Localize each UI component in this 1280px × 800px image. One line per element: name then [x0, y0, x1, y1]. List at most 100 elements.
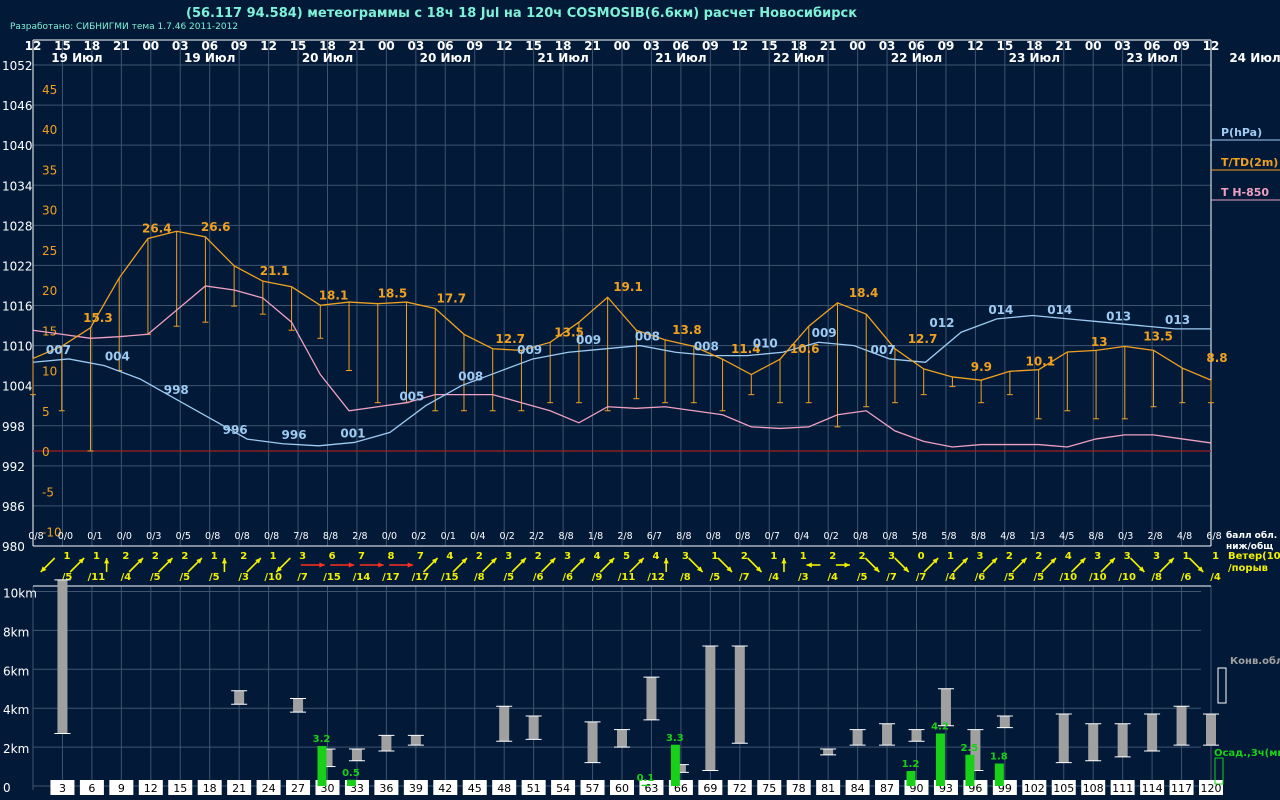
wind-speed-label: 1 [270, 551, 277, 562]
precip-bar [346, 779, 356, 786]
cumulus-cloud-bar [823, 749, 834, 755]
wind-gust-label: /6 [533, 572, 544, 583]
wind-gust-label: /5 [150, 572, 161, 583]
forecast-hour-label: 87 [880, 782, 894, 795]
cloud-height-axis-label: 8km [3, 625, 29, 639]
cloud-height-axis-label: 6km [3, 664, 29, 678]
temp-axis-label: 35 [42, 163, 57, 177]
cumulus-cloud-bar [234, 690, 245, 705]
wind-gust-label: /3 [798, 572, 809, 583]
cumulus-cloud-bar [381, 735, 392, 751]
precip-value-label: 0.5 [342, 768, 360, 779]
wind-speed-label: 3 [564, 551, 571, 562]
wind-speed-label: 1 [800, 551, 807, 562]
wind-gust-label: /3 [238, 572, 249, 583]
wind-gust-label: /6 [975, 572, 986, 583]
cloud-cover-label: 0/8 [235, 531, 250, 542]
date-label: 21 Июл [537, 51, 588, 65]
cloud-cover-label: 0/1 [441, 531, 456, 542]
pressure-data-label: 013 [1106, 310, 1131, 324]
cloud-cover-label: 0/4 [470, 531, 485, 542]
wind-speed-label: 2 [181, 551, 188, 562]
precip-value-label: 3.2 [313, 734, 331, 745]
cloud-cover-label: 0/7 [765, 531, 780, 542]
wind-gust-label: /5 [209, 572, 220, 583]
cloud-cover-label: 0/3 [146, 531, 161, 542]
temperature-data-label: 13 [1091, 335, 1108, 349]
wind-speed-label: 8 [387, 551, 394, 562]
forecast-hour-label: 48 [497, 782, 511, 795]
cloud-cover-label: 8/8 [971, 531, 986, 542]
cloud-cover-label: 0/8 [205, 531, 220, 542]
date-label: 19 Июл [51, 51, 102, 65]
temp-axis-label: 30 [42, 204, 57, 218]
precip-bar [317, 746, 327, 786]
cumulus-cloud-bar [1206, 714, 1216, 746]
hour-tick-label: 00 [142, 39, 159, 53]
pressure-data-label: 007 [871, 343, 896, 357]
pressure-data-label: 008 [694, 340, 719, 354]
wind-gust-label: /8 [680, 572, 691, 583]
cloud-cover-label: 1/8 [588, 531, 603, 542]
precip-legend-label: Осад.,3ч(мм) [1214, 748, 1280, 759]
pressure-data-label: 005 [399, 390, 424, 404]
date-label: 22 Июл [891, 51, 942, 65]
forecast-hour-label: 3 [59, 782, 66, 795]
wind-gust-label: /8 [1151, 572, 1162, 583]
forecast-hour-label: 54 [556, 782, 570, 795]
pressure-data-label: 014 [988, 303, 1013, 317]
wind-gust-label: /5 [1004, 572, 1015, 583]
cumulus-cloud-bar [617, 729, 627, 748]
cloud-cover-label: 0/5 [176, 531, 191, 542]
hour-tick-label: 12 [496, 39, 513, 53]
wind-speed-label: 1 [770, 551, 777, 562]
pressure-axis-label: 1010 [2, 340, 33, 354]
cloud-cover-caption: балл обл. [1226, 530, 1277, 541]
forecast-hour-label: 114 [1142, 782, 1163, 795]
pressure-data-label: 996 [223, 423, 248, 437]
cumulus-cloud-bar [351, 749, 362, 761]
cumulus-cloud-bar [528, 715, 539, 740]
wind-gust-label: /7 [916, 572, 927, 583]
wind-speed-label: 2 [1006, 551, 1013, 562]
wind-gust-label: /15 [441, 572, 459, 583]
precip-value-label: 1.2 [902, 759, 920, 770]
precip-value-label: 0.1 [637, 773, 655, 784]
forecast-hour-label: 45 [468, 782, 482, 795]
wind-speed-label: 4 [446, 551, 453, 562]
wind-arrowhead [319, 562, 325, 568]
cumulus-cloud-bar [852, 729, 863, 746]
wind-speed-label: 7 [417, 551, 424, 562]
temperature-data-label: 19.1 [613, 280, 643, 294]
wind-speed-label: 3 [888, 551, 895, 562]
cloud-cover-label: 0/8 [853, 531, 868, 542]
meteogram-chart: 12 15 18 21 00 03 06 09 12 15 18 21 00 03 06 09 12 15 18 21… [2, 39, 1280, 795]
cloud-cover-label: 4/5 [1059, 531, 1074, 542]
date-label: 20 Июл [420, 51, 471, 65]
date-label: 22 Июл [773, 51, 824, 65]
cloud-cover-label: 2/8 [617, 531, 632, 542]
date-label: 23 Июл [1009, 51, 1060, 65]
cloud-height-axis-label: 10km [3, 587, 37, 601]
wind-arrowhead [407, 562, 414, 568]
wind-speed-label: 2 [859, 551, 866, 562]
cloud-cover-label: 8/8 [676, 531, 691, 542]
temperature-data-label: 18.1 [319, 288, 349, 302]
cloud-cover-label: 0/8 [735, 531, 750, 542]
wind-gust-label: /7 [297, 572, 308, 583]
cumulus-cloud-bar [410, 735, 421, 746]
wind-speed-label: 3 [299, 551, 306, 562]
cloud-cover-label: 8/8 [1089, 531, 1104, 542]
pressure-data-label: 998 [164, 383, 189, 397]
wind-gust-label: /4 [768, 572, 779, 583]
wind-gust-label: /4 [1210, 572, 1221, 583]
forecast-hour-label: 24 [262, 782, 276, 795]
temp-axis-label: -5 [42, 485, 54, 499]
wind-speed-label: 2 [535, 551, 542, 562]
cloud-cover-label: 0/3 [1118, 531, 1133, 542]
pressure-data-label: 996 [282, 428, 307, 442]
wind-speed-label: 3 [505, 551, 512, 562]
cloud-cover-label: 0/1 [87, 531, 102, 542]
wind-arrowhead [663, 558, 669, 564]
cloud-cover-label: 0/8 [28, 531, 43, 542]
